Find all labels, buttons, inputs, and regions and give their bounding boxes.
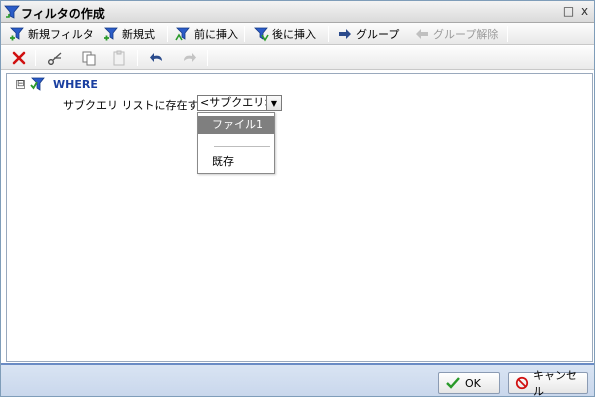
insert-before-icon <box>175 27 190 41</box>
condition-text[interactable]: サブクエリ リストに存在する <box>63 97 210 113</box>
cancel-label: キャンセル <box>532 369 577 397</box>
insert-after-button[interactable]: 後に挿入 <box>253 25 316 43</box>
dropdown-option-existing[interactable]: 既存 <box>198 153 274 171</box>
ungroup-label: グループ解除 <box>433 28 499 41</box>
window-title: フィルタの作成 <box>21 7 105 21</box>
filter-tree-panel: ⊟ WHERE サブクエリ リストに存在する <サブクエリ> ▼ ファイル1 既… <box>6 73 593 362</box>
filter-toolbar: 新規フィルタ 新規式 前に挿入 後に挿入 グループ グループ解除 <box>1 23 594 45</box>
group-label: グループ <box>356 28 400 41</box>
insert-after-label: 後に挿入 <box>272 28 316 41</box>
dropdown-separator <box>214 146 270 147</box>
dropdown-option-file1[interactable]: ファイル1 <box>198 116 274 134</box>
filter-app-icon <box>4 5 20 19</box>
title-bar: フィルタの作成 □ x <box>1 1 594 23</box>
where-label[interactable]: WHERE <box>53 78 98 91</box>
ok-button[interactable]: OK <box>438 372 500 394</box>
cancel-icon <box>515 376 529 390</box>
edit-toolbar <box>1 46 594 70</box>
subquery-combobox[interactable]: <サブクエリ> ▼ <box>197 95 282 111</box>
filter-dialog: フィルタの作成 □ x 新規フィルタ 新規式 前に挿入 後に挿入 グループ グル… <box>0 0 595 397</box>
delete-icon[interactable] <box>11 50 27 66</box>
collapse-toggle[interactable]: ⊟ <box>16 80 25 89</box>
ungroup-button[interactable]: グループ解除 <box>414 25 498 43</box>
close-button[interactable]: x <box>577 4 592 19</box>
group-arrow-icon <box>339 29 351 39</box>
new-filter-icon <box>10 27 24 41</box>
combo-value: <サブクエリ> <box>200 96 266 109</box>
new-expression-icon <box>104 27 118 41</box>
ok-label: OK <box>465 376 481 390</box>
undo-icon[interactable] <box>149 50 165 66</box>
insert-after-icon <box>254 27 269 42</box>
new-expression-label: 新規式 <box>122 28 155 41</box>
new-expression-button[interactable]: 新規式 <box>103 25 155 43</box>
copy-icon[interactable] <box>81 50 97 66</box>
dialog-footer: OK キャンセル <box>1 363 594 397</box>
ungroup-arrow-icon <box>416 29 428 39</box>
where-filter-icon <box>30 77 45 91</box>
insert-before-button[interactable]: 前に挿入 <box>175 25 238 43</box>
cancel-button[interactable]: キャンセル <box>508 369 588 397</box>
paste-icon[interactable] <box>111 50 127 66</box>
group-button[interactable]: グループ <box>337 25 399 43</box>
new-filter-button[interactable]: 新規フィルタ <box>9 25 94 43</box>
maximize-button[interactable]: □ <box>561 4 576 19</box>
cut-icon[interactable] <box>47 50 63 66</box>
new-filter-label: 新規フィルタ <box>28 28 94 41</box>
insert-before-label: 前に挿入 <box>194 28 238 41</box>
redo-icon[interactable] <box>181 50 197 66</box>
chevron-down-icon[interactable]: ▼ <box>266 96 281 110</box>
checkmark-icon <box>446 377 460 389</box>
subquery-dropdown: ファイル1 既存 <box>197 112 275 174</box>
